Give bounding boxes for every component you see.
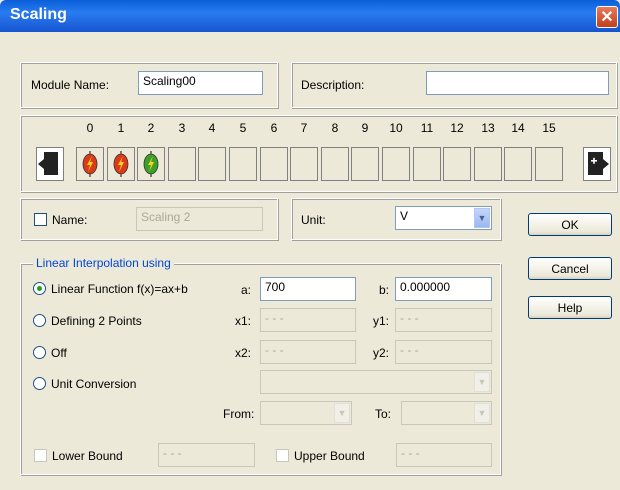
a-label: a: xyxy=(241,283,252,297)
radio-linear-function-label: Linear Function f(x)=ax+b xyxy=(51,282,188,296)
lower-bound-checkbox[interactable] xyxy=(34,449,47,462)
from-label: From: xyxy=(223,407,255,421)
lower-bound-label: Lower Bound xyxy=(52,449,123,463)
channel-number: 10 xyxy=(389,121,403,135)
channel-slot-12[interactable] xyxy=(443,147,471,181)
channel-slot-8[interactable] xyxy=(321,147,349,181)
module-name-input[interactable]: Scaling00 xyxy=(138,71,263,95)
unit-conversion-select[interactable] xyxy=(260,370,492,394)
from-dropdown-button[interactable]: ▼ xyxy=(334,403,350,423)
chevron-down-icon: ▼ xyxy=(477,213,487,223)
channel-slot-14[interactable] xyxy=(504,147,532,181)
channel-slot-9[interactable] xyxy=(351,147,379,181)
channel-number: 7 xyxy=(300,121,308,135)
radio-two-points-label: Defining 2 Points xyxy=(51,314,142,328)
channel-number: 5 xyxy=(239,121,247,135)
channel-number: 1 xyxy=(117,121,125,135)
chevron-down-icon: ▼ xyxy=(337,408,347,418)
title-bar: Scaling ✕ xyxy=(0,0,620,32)
channel-slot-5[interactable] xyxy=(229,147,257,181)
channel-slot-7[interactable] xyxy=(290,147,318,181)
channel-number: 6 xyxy=(270,121,278,135)
upper-bound-checkbox[interactable] xyxy=(276,449,289,462)
upper-bound-label: Upper Bound xyxy=(294,449,365,463)
channel-number: 0 xyxy=(86,121,94,135)
channel-number: 3 xyxy=(178,121,186,135)
channel-slot-1[interactable] xyxy=(107,147,135,181)
window-title: Scaling xyxy=(10,6,67,23)
y2-input[interactable]: - - - xyxy=(395,340,492,364)
channel-slot-3[interactable] xyxy=(168,147,196,181)
chevron-down-icon: ▼ xyxy=(477,377,487,387)
name-input[interactable]: Scaling 2 xyxy=(136,207,263,231)
x1-input[interactable]: - - - xyxy=(260,308,356,332)
chevron-down-icon: ▼ xyxy=(477,408,487,418)
help-button[interactable]: Help xyxy=(528,296,612,319)
channel-number: 14 xyxy=(511,121,525,135)
interpolation-group-label: Linear Interpolation using xyxy=(33,256,174,270)
unit-conversion-dropdown-button[interactable]: ▼ xyxy=(474,372,490,392)
radio-off[interactable] xyxy=(33,346,46,359)
channel-number: 12 xyxy=(450,121,464,135)
b-label: b: xyxy=(379,283,390,297)
ok-button[interactable]: OK xyxy=(528,213,612,236)
channel-number: 9 xyxy=(361,121,369,135)
module-name-label: Module Name: xyxy=(31,78,110,92)
red-lightning-icon xyxy=(113,151,129,177)
upper-bound-input[interactable]: - - - xyxy=(396,443,492,467)
arrow-left-icon xyxy=(36,147,64,181)
channel-slot-6[interactable] xyxy=(260,147,288,181)
x2-label: x2: xyxy=(235,346,252,360)
name-checkbox[interactable] xyxy=(34,213,47,226)
radio-unit-conversion[interactable] xyxy=(33,377,46,390)
radio-unit-conversion-label: Unit Conversion xyxy=(51,377,137,391)
channel-number: 15 xyxy=(542,121,556,135)
to-dropdown-button[interactable]: ▼ xyxy=(474,403,490,423)
y2-label: y2: xyxy=(373,346,390,360)
close-button[interactable]: ✕ xyxy=(596,6,618,28)
channel-number: 13 xyxy=(481,121,495,135)
channel-slot-4[interactable] xyxy=(198,147,226,181)
channel-slot-0[interactable] xyxy=(76,147,104,181)
description-input[interactable] xyxy=(426,71,609,95)
x1-label: x1: xyxy=(235,314,252,328)
channel-number: 8 xyxy=(331,121,339,135)
radio-linear-function[interactable] xyxy=(33,282,46,295)
radio-two-points[interactable] xyxy=(33,314,46,327)
y1-input[interactable]: - - - xyxy=(395,308,492,332)
name-label: Name: xyxy=(52,213,88,227)
a-input[interactable]: 700 xyxy=(260,277,356,301)
close-icon: ✕ xyxy=(600,9,614,26)
unit-dropdown-button[interactable]: ▼ xyxy=(474,208,490,228)
channel-right-arrow-button[interactable] xyxy=(583,147,611,181)
channel-left-arrow-button[interactable] xyxy=(36,147,64,181)
cancel-button[interactable]: Cancel xyxy=(528,257,612,280)
channel-slot-15[interactable] xyxy=(535,147,563,181)
unit-select-value: V xyxy=(400,209,409,223)
arrow-right-add-icon xyxy=(583,147,611,181)
radio-off-label: Off xyxy=(51,346,67,360)
red-lightning-icon xyxy=(82,151,98,177)
channel-slot-2[interactable] xyxy=(137,147,165,181)
description-label: Description: xyxy=(301,78,365,92)
lower-bound-input[interactable]: - - - xyxy=(158,443,255,467)
channel-slot-10[interactable] xyxy=(382,147,410,181)
channel-number: 4 xyxy=(208,121,216,135)
b-input[interactable]: 0.000000 xyxy=(395,277,492,301)
green-lightning-icon xyxy=(143,151,159,177)
unit-label: Unit: xyxy=(301,213,326,227)
y1-label: y1: xyxy=(373,314,390,328)
x2-input[interactable]: - - - xyxy=(260,340,356,364)
channel-number: 11 xyxy=(420,121,434,135)
to-label: To: xyxy=(375,407,392,421)
channel-slot-11[interactable] xyxy=(413,147,441,181)
channel-number: 2 xyxy=(147,121,155,135)
channel-slot-13[interactable] xyxy=(474,147,502,181)
